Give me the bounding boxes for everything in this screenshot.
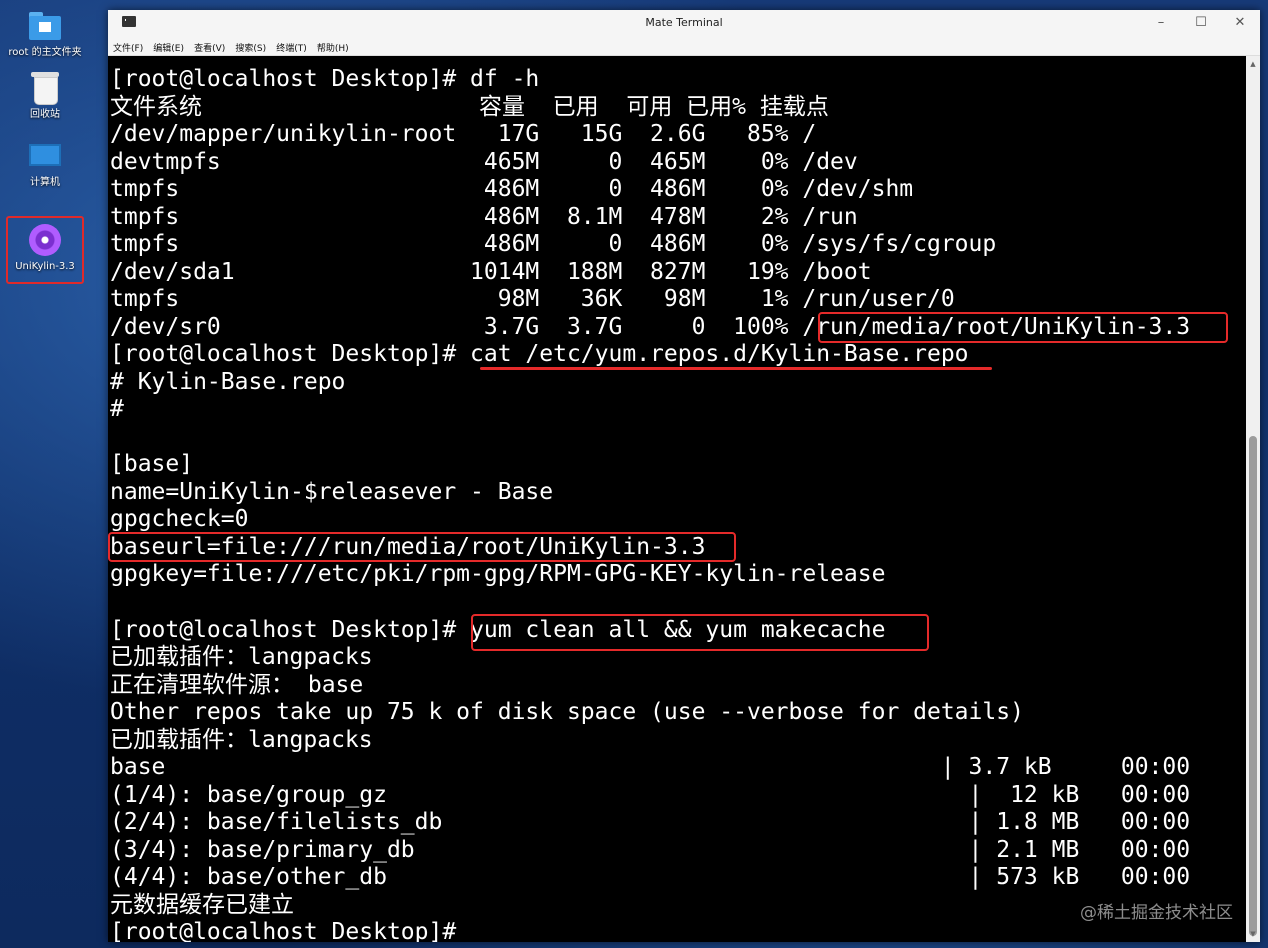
terminal-line: (3/4): base/primary_db | 2.1 MB 00:00 (110, 837, 1191, 863)
terminal-line: 文件系统 容量 已用 可用 已用% 挂载点 (110, 94, 829, 120)
terminal-line: /dev/sda1 1014M 188M 827M 19% /boot (110, 259, 872, 285)
terminal-line: 已加载插件：langpacks (110, 727, 373, 753)
desktop-icon-computer[interactable]: 计算机 (6, 140, 84, 189)
desktop-icon-label: 计算机 (30, 177, 60, 188)
desktop-icon-unikylin-disc[interactable]: UniKylin-3.3 (6, 224, 84, 273)
terminal-line: [root@localhost Desktop]# cat /etc/yum.r… (110, 341, 969, 367)
cat-command-underline (480, 367, 992, 370)
terminal-line: base | 3.7 kB 00:00 (110, 754, 1191, 780)
terminal-line: tmpfs 98M 36K 98M 1% /run/user/0 (110, 286, 955, 312)
desktop-icon-label: UniKylin-3.3 (15, 261, 75, 272)
trash-icon (27, 72, 63, 105)
terminal-line: devtmpfs 465M 0 465M 0% /dev (110, 149, 858, 175)
desktop-icon-label: root 的主文件夹 (8, 47, 82, 58)
terminal-line: (2/4): base/filelists_db | 1.8 MB 00:00 (110, 809, 1191, 835)
menu-bar: 文件(F) 编辑(E) 查看(V) 搜索(S) 终端(T) 帮助(H) (108, 36, 1260, 56)
terminal-line: tmpfs 486M 0 486M 0% /sys/fs/cgroup (110, 231, 997, 257)
terminal-line: [base] (110, 451, 194, 477)
terminal-line: gpgkey=file:///etc/pki/rpm-gpg/RPM-GPG-K… (110, 561, 886, 587)
desktop-icon-trash[interactable]: 回收站 (6, 72, 84, 121)
terminal-line: 已加载插件：langpacks (110, 644, 373, 670)
close-button[interactable]: ✕ (1225, 13, 1255, 33)
terminal-line: (1/4): base/group_gz | 12 kB 00:00 (110, 782, 1191, 808)
mountpoint-highlight-box (818, 312, 1228, 343)
desktop-icon-home[interactable]: root 的主文件夹 (6, 10, 84, 59)
terminal-line: 元数据缓存已建立 (110, 892, 294, 918)
terminal-line: [root@localhost Desktop]# df -h (110, 66, 540, 92)
baseurl-highlight-box (108, 532, 736, 562)
title-bar[interactable]: Mate Terminal – ☐ ✕ (108, 10, 1260, 36)
terminal-line: (4/4): base/other_db | 573 kB 00:00 (110, 864, 1191, 890)
terminal-scrollbar[interactable]: ▲ ▼ (1246, 56, 1260, 942)
maximize-button[interactable]: ☐ (1186, 13, 1216, 33)
terminal-line: [root@localhost Desktop]# (110, 919, 457, 942)
window-title: Mate Terminal (645, 16, 723, 29)
terminal-line: tmpfs 486M 8.1M 478M 2% /run (110, 204, 858, 230)
terminal-line: gpgcheck=0 (110, 506, 249, 532)
terminal-line: /dev/mapper/unikylin-root 17G 15G 2.6G 8… (110, 121, 817, 147)
minimize-button[interactable]: – (1146, 13, 1176, 33)
scroll-thumb[interactable] (1249, 436, 1257, 936)
terminal-line: name=UniKylin-$releasever - Base (110, 479, 554, 505)
computer-icon (27, 140, 63, 172)
home-folder-icon (27, 10, 63, 42)
desktop-icon-label: 回收站 (30, 109, 60, 120)
optical-disc-icon (27, 224, 63, 256)
watermark: @稀土掘金技术社区 (1080, 903, 1233, 923)
scroll-down-arrow-icon[interactable]: ▼ (1246, 928, 1260, 940)
terminal-window: Mate Terminal – ☐ ✕ 文件(F) 编辑(E) 查看(V) 搜索… (108, 10, 1260, 942)
terminal-line: 正在清理软件源： base (110, 672, 364, 698)
yum-command-highlight-box (471, 614, 929, 651)
scroll-up-arrow-icon[interactable]: ▲ (1246, 58, 1260, 70)
terminal-line: # Kylin-Base.repo (110, 369, 346, 395)
terminal-line: tmpfs 486M 0 486M 0% /dev/shm (110, 176, 914, 202)
terminal-output[interactable]: [root@localhost Desktop]# df -h 文件系统 容量 … (108, 56, 1246, 942)
terminal-line: # (110, 396, 124, 422)
terminal-line: Other repos take up 75 k of disk space (… (110, 699, 1024, 725)
